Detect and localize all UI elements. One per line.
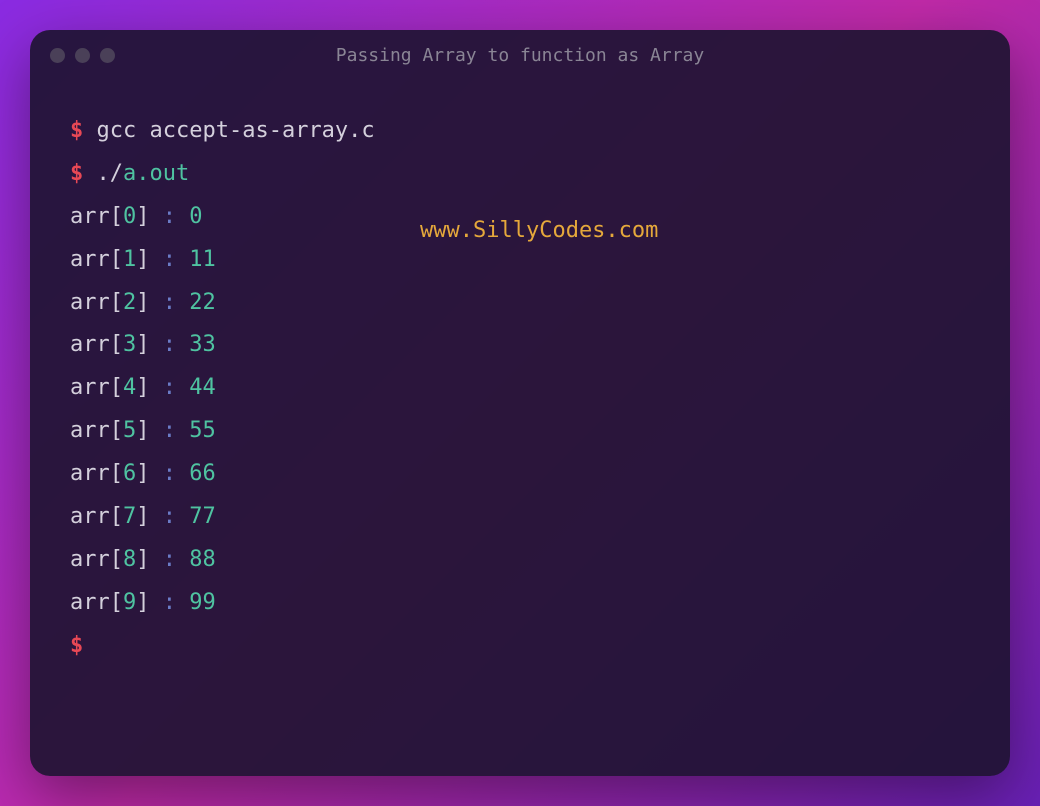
arr-value: 0 — [189, 204, 202, 229]
arr-value: 55 — [189, 418, 216, 443]
executable-name: a.out — [123, 161, 189, 186]
equals-sign: : — [163, 332, 176, 357]
bracket-close: ] — [136, 375, 149, 400]
command-arg: accept-as-array.c — [150, 118, 375, 143]
arr-value: 99 — [189, 590, 216, 615]
arr-label: arr — [70, 590, 110, 615]
arr-label: arr — [70, 332, 110, 357]
output-line: arr[7] : 77 — [70, 496, 970, 539]
arr-index: 0 — [123, 204, 136, 229]
arr-index: 8 — [123, 547, 136, 572]
arr-index: 6 — [123, 461, 136, 486]
arr-index: 2 — [123, 290, 136, 315]
bracket-open: [ — [110, 418, 123, 443]
arr-value: 77 — [189, 504, 216, 529]
bracket-close: ] — [136, 547, 149, 572]
arr-index: 1 — [123, 247, 136, 272]
bracket-close: ] — [136, 418, 149, 443]
bracket-open: [ — [110, 375, 123, 400]
bracket-open: [ — [110, 247, 123, 272]
bracket-close: ] — [136, 247, 149, 272]
minimize-icon[interactable] — [75, 48, 90, 63]
command-line: $ gcc accept-as-array.c — [70, 110, 970, 153]
bracket-open: [ — [110, 204, 123, 229]
bracket-open: [ — [110, 332, 123, 357]
bracket-open: [ — [110, 590, 123, 615]
arr-label: arr — [70, 247, 110, 272]
arr-label: arr — [70, 204, 110, 229]
arr-value: 44 — [189, 375, 216, 400]
equals-sign: : — [163, 461, 176, 486]
traffic-lights — [50, 48, 115, 63]
command-line: $ ./a.out — [70, 153, 970, 196]
equals-sign: : — [163, 375, 176, 400]
equals-sign: : — [163, 547, 176, 572]
arr-label: arr — [70, 290, 110, 315]
bracket-open: [ — [110, 461, 123, 486]
window-title: Passing Array to function as Array — [336, 45, 704, 66]
equals-sign: : — [163, 247, 176, 272]
arr-value: 33 — [189, 332, 216, 357]
bracket-close: ] — [136, 290, 149, 315]
prompt-symbol: $ — [70, 118, 83, 143]
arr-label: arr — [70, 547, 110, 572]
run-prefix: ./ — [97, 161, 124, 186]
command-text: gcc — [97, 118, 137, 143]
arr-value: 22 — [189, 290, 216, 315]
prompt-line: $ — [70, 625, 970, 668]
close-icon[interactable] — [50, 48, 65, 63]
bracket-close: ] — [136, 504, 149, 529]
equals-sign: : — [163, 418, 176, 443]
titlebar: Passing Array to function as Array — [30, 30, 1010, 80]
terminal-window: Passing Array to function as Array www.S… — [30, 30, 1010, 776]
arr-label: arr — [70, 375, 110, 400]
arr-label: arr — [70, 418, 110, 443]
equals-sign: : — [163, 590, 176, 615]
bracket-close: ] — [136, 204, 149, 229]
bracket-open: [ — [110, 290, 123, 315]
output-line: arr[4] : 44 — [70, 367, 970, 410]
output-line: arr[2] : 22 — [70, 282, 970, 325]
arr-value: 11 — [189, 247, 216, 272]
terminal-body[interactable]: www.SillyCodes.com $ gcc accept-as-array… — [30, 80, 1010, 776]
output-line: arr[5] : 55 — [70, 410, 970, 453]
watermark: www.SillyCodes.com — [420, 210, 658, 253]
bracket-close: ] — [136, 461, 149, 486]
arr-index: 3 — [123, 332, 136, 357]
output-line: arr[8] : 88 — [70, 539, 970, 582]
arr-index: 5 — [123, 418, 136, 443]
arr-index: 7 — [123, 504, 136, 529]
arr-value: 66 — [189, 461, 216, 486]
maximize-icon[interactable] — [100, 48, 115, 63]
prompt-symbol: $ — [70, 633, 83, 658]
arr-value: 88 — [189, 547, 216, 572]
arr-index: 4 — [123, 375, 136, 400]
arr-label: arr — [70, 504, 110, 529]
equals-sign: : — [163, 290, 176, 315]
equals-sign: : — [163, 204, 176, 229]
output-line: arr[9] : 99 — [70, 582, 970, 625]
bracket-close: ] — [136, 590, 149, 615]
bracket-open: [ — [110, 547, 123, 572]
prompt-symbol: $ — [70, 161, 83, 186]
output-line: arr[6] : 66 — [70, 453, 970, 496]
bracket-close: ] — [136, 332, 149, 357]
arr-index: 9 — [123, 590, 136, 615]
arr-label: arr — [70, 461, 110, 486]
equals-sign: : — [163, 504, 176, 529]
bracket-open: [ — [110, 504, 123, 529]
output-line: arr[3] : 33 — [70, 324, 970, 367]
